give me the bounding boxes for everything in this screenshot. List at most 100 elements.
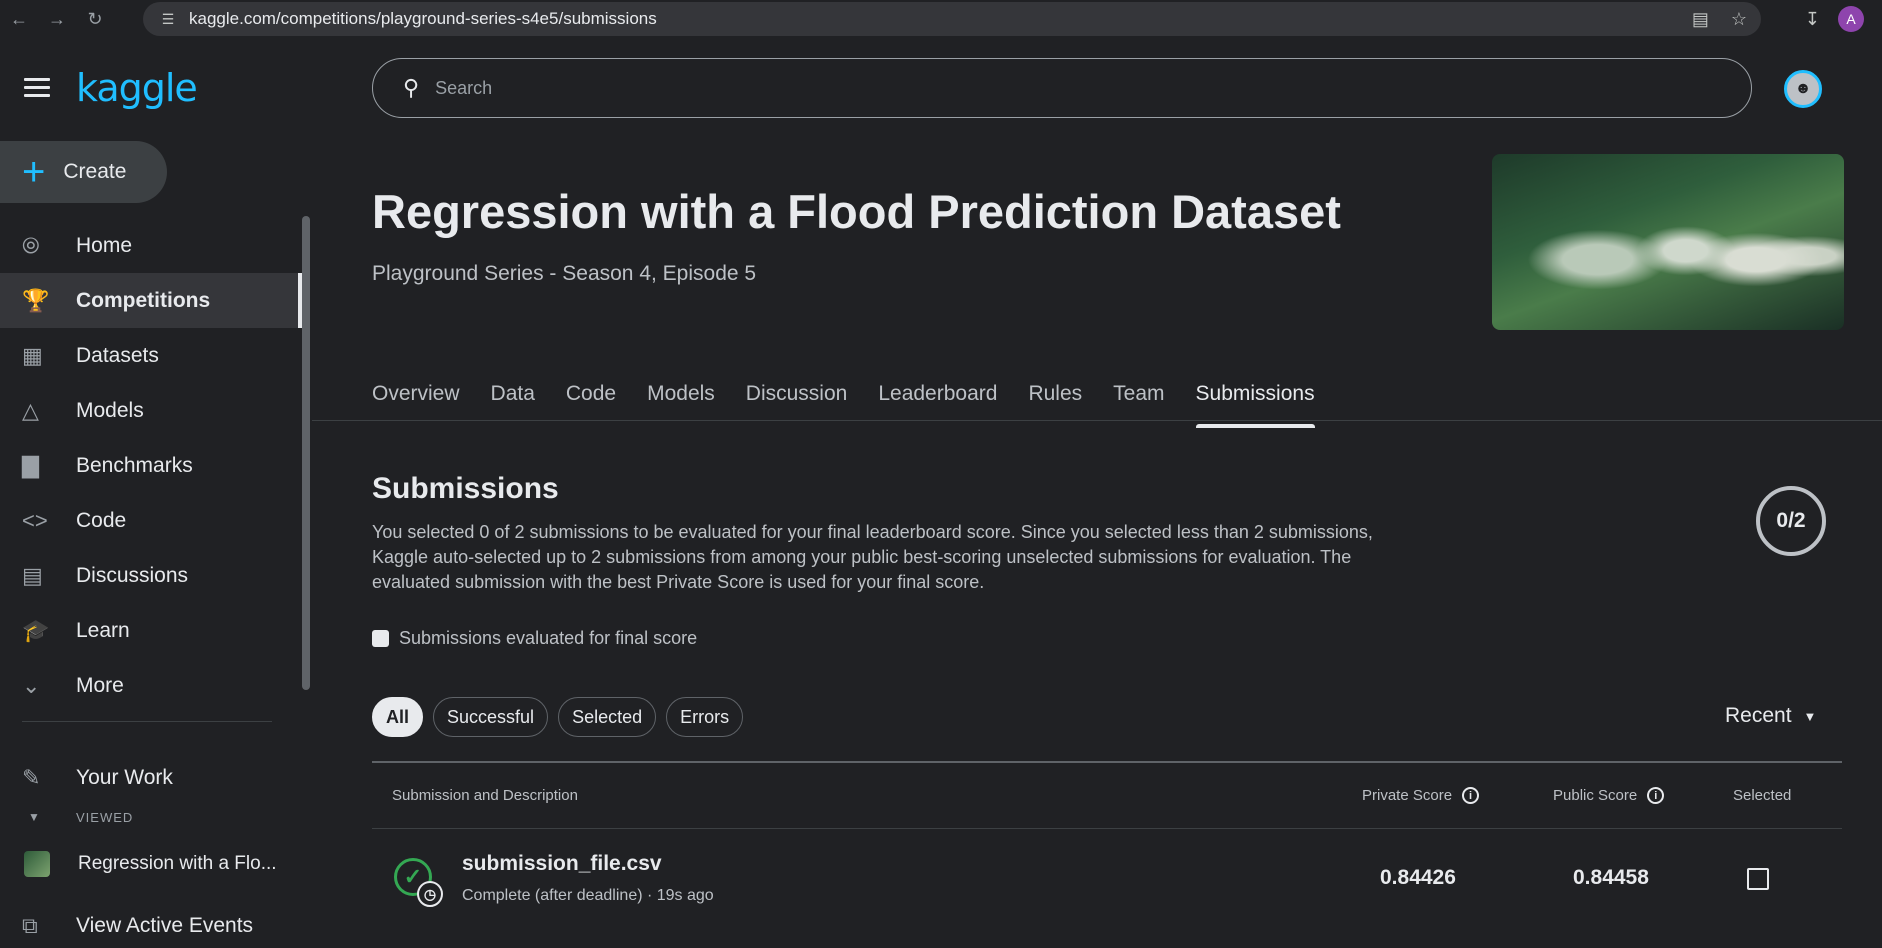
- competition-thumbnail: [24, 851, 50, 877]
- public-score-value: 0.84458: [1573, 866, 1649, 889]
- tab-models[interactable]: Models: [647, 382, 715, 420]
- models-icon: △: [22, 397, 39, 423]
- caret-down-icon: ▼: [28, 810, 40, 824]
- filter-chip-selected[interactable]: Selected: [558, 697, 657, 737]
- create-label: Create: [63, 160, 127, 183]
- user-avatar[interactable]: ☻: [1784, 70, 1822, 108]
- column-header-selected: Selected: [1733, 787, 1791, 804]
- sidebar-item-datasets[interactable]: ▦ Datasets: [0, 328, 300, 383]
- address-bar[interactable]: ☰ kaggle.com/competitions/playground-ser…: [143, 2, 1761, 36]
- column-header-label: Private Score: [1362, 787, 1453, 804]
- column-header-private-score: Private Score i: [1362, 787, 1480, 804]
- sidebar-item-models[interactable]: △ Models: [0, 383, 300, 438]
- sidebar-item-more[interactable]: ⌄ More: [0, 658, 300, 713]
- tab-team[interactable]: Team: [1113, 382, 1164, 420]
- column-header-label: Selected: [1733, 787, 1792, 804]
- sidebar-item-your-work[interactable]: ✎ Your Work: [0, 757, 300, 799]
- submission-select-checkbox[interactable]: [1747, 868, 1769, 890]
- sidebar-item-benchmarks[interactable]: ▇ Benchmarks: [0, 438, 300, 493]
- install-app-icon[interactable]: ▤: [1692, 9, 1709, 30]
- competition-tabs: Overview Data Code Models Discussion Lea…: [372, 382, 1346, 428]
- browser-profile-avatar[interactable]: A: [1838, 6, 1864, 32]
- tab-data[interactable]: Data: [491, 382, 535, 420]
- browser-toolbar: ← → ↻ ☰ kaggle.com/competitions/playgrou…: [0, 0, 1882, 38]
- bar-chart-icon: ▇: [22, 452, 39, 478]
- caret-down-icon: ▼: [1803, 708, 1817, 724]
- sort-dropdown[interactable]: Recent ▼: [1725, 704, 1816, 728]
- sort-label: Recent: [1725, 704, 1792, 727]
- create-button[interactable]: + Create: [0, 141, 167, 203]
- sidebar-item-label: Home: [76, 233, 133, 257]
- submission-status: Complete (after deadline) · 19s ago: [462, 887, 714, 904]
- sidebar-item-label: Your Work: [76, 766, 173, 789]
- table-icon: ▦: [22, 342, 43, 368]
- info-icon[interactable]: i: [1647, 787, 1665, 804]
- tab-leaderboard[interactable]: Leaderboard: [878, 382, 997, 420]
- competition-banner-image: [1492, 154, 1844, 330]
- viewed-item-competition[interactable]: Regression with a Flo...: [0, 842, 300, 886]
- submissions-description: You selected 0 of 2 submissions to be ev…: [372, 522, 1373, 592]
- sidebar-item-home[interactable]: ⦾ Home: [0, 218, 300, 273]
- tab-code[interactable]: Code: [566, 382, 616, 420]
- final-score-checkbox[interactable]: [372, 630, 389, 647]
- back-icon[interactable]: ←: [0, 0, 38, 38]
- bookmark-star-icon[interactable]: ☆: [1731, 9, 1747, 30]
- sidebar-item-code[interactable]: <> Code: [0, 493, 300, 548]
- submissions-heading: Submissions: [372, 472, 559, 505]
- sidebar-item-competitions[interactable]: 🏆 Competitions: [0, 273, 302, 328]
- reload-icon[interactable]: ↻: [76, 0, 114, 38]
- tab-discussion[interactable]: Discussion: [746, 382, 848, 420]
- sidebar-item-label: Learn: [76, 618, 130, 642]
- sidebar: kaggle + Create ⦾ Home 🏆 Competitions ▦ …: [0, 38, 312, 938]
- final-score-checkbox-label: Submissions evaluated for final score: [399, 628, 698, 648]
- plus-icon: +: [22, 150, 46, 194]
- sidebar-item-label: Competitions: [76, 288, 211, 312]
- url-text[interactable]: kaggle.com/competitions/playground-serie…: [189, 9, 657, 29]
- filter-chips: All Successful Selected Errors: [372, 697, 744, 737]
- tab-overview[interactable]: Overview: [372, 382, 460, 420]
- info-icon[interactable]: i: [1462, 787, 1480, 804]
- sidebar-item-label: Discussions: [76, 563, 189, 587]
- sidebar-item-discussions[interactable]: ▤ Discussions: [0, 548, 300, 603]
- column-header-label: Public Score: [1553, 787, 1638, 804]
- sidebar-item-label: More: [76, 673, 124, 697]
- viewed-section-toggle[interactable]: ▼ VIEWED: [0, 800, 133, 834]
- sidebar-item-view-active-events[interactable]: ⧉ View Active Events: [0, 904, 300, 948]
- column-header-public-score: Public Score i: [1553, 787, 1665, 804]
- competition-title: Regression with a Flood Prediction Datas…: [372, 185, 1341, 238]
- submission-filename[interactable]: submission_file.csv: [462, 852, 662, 876]
- tab-rules[interactable]: Rules: [1028, 382, 1082, 420]
- sidebar-scrollbar[interactable]: [302, 216, 310, 690]
- sidebar-item-label: Benchmarks: [76, 453, 193, 477]
- filter-chip-all[interactable]: All: [372, 697, 424, 737]
- sidebar-item-label: Models: [76, 398, 144, 422]
- table-top-border: [372, 761, 1842, 763]
- sidebar-item-label: View Active Events: [76, 914, 254, 937]
- search-bar[interactable]: ⚲: [372, 58, 1752, 118]
- column-header-label: Submission and Description: [392, 787, 578, 804]
- sidebar-item-label: Code: [76, 508, 127, 532]
- filter-chip-successful[interactable]: Successful: [433, 697, 549, 737]
- search-input[interactable]: [435, 77, 1636, 99]
- tab-submissions[interactable]: Submissions: [1195, 382, 1315, 428]
- selected-count-ring: 0/2: [1756, 486, 1826, 556]
- trophy-icon: 🏆: [22, 287, 50, 313]
- final-score-filter[interactable]: Submissions evaluated for final score: [372, 628, 697, 649]
- tabs-divider: [312, 420, 1882, 421]
- sidebar-item-label: Datasets: [76, 343, 159, 367]
- clock-icon: ◷: [417, 881, 443, 907]
- site-settings-icon[interactable]: ☰: [153, 11, 183, 28]
- main-content: ⚲ ☻ Regression with a Flood Prediction D…: [312, 38, 1882, 930]
- forward-icon[interactable]: →: [38, 0, 76, 38]
- sidebar-item-learn[interactable]: 🎓 Learn: [0, 603, 300, 658]
- chevron-down-icon: ⌄: [22, 672, 41, 698]
- filter-chip-errors[interactable]: Errors: [666, 697, 744, 737]
- success-check-icon: ✓ ◷: [394, 858, 443, 907]
- hamburger-menu-icon[interactable]: [24, 78, 50, 98]
- kaggle-logo[interactable]: kaggle: [76, 66, 198, 110]
- download-icon[interactable]: ↧: [1805, 9, 1820, 30]
- edit-note-icon: ✎: [22, 765, 41, 790]
- private-score-value: 0.84426: [1380, 866, 1456, 889]
- column-header-submission: Submission and Description: [392, 787, 578, 804]
- viewed-header-label: VIEWED: [76, 809, 134, 825]
